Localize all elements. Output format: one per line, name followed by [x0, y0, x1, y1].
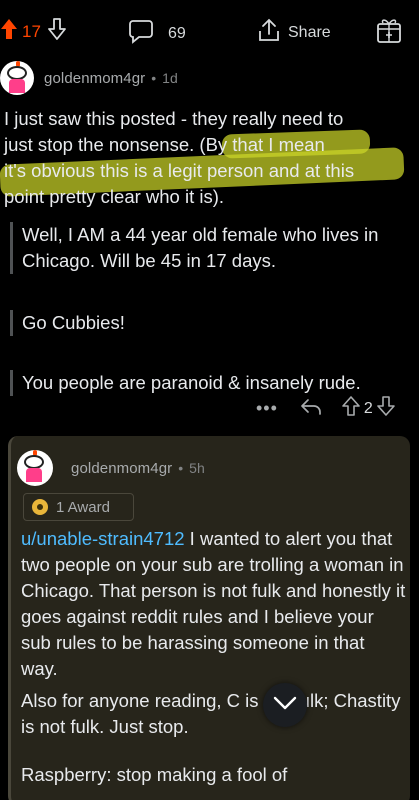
comment-score: 2	[363, 399, 373, 417]
blockquote: Well, I AM a 44 year old female who live…	[10, 222, 410, 274]
comment-line: I just saw this posted - they really nee…	[4, 108, 344, 129]
comments-button[interactable]: 69	[128, 18, 186, 49]
upvote-icon[interactable]	[0, 18, 18, 45]
reply-author[interactable]: goldenmom4gr	[71, 460, 172, 477]
user-mention-link[interactable]: u/unable-strain4712	[21, 528, 185, 549]
chevron-down-icon	[273, 696, 297, 715]
comment-line: point pretty clear who it is).	[4, 186, 225, 207]
reply-header: goldenmom4gr • 5h	[17, 450, 205, 486]
award-badge[interactable]: 1 Award	[23, 493, 134, 521]
reply-age: 5h	[189, 460, 205, 476]
separator-dot: •	[178, 460, 184, 476]
comment-line: it's obvious this is a legit person and …	[4, 160, 355, 181]
share-icon	[258, 18, 280, 47]
reply-paragraph: Raspberry: stop making a fool of	[21, 764, 288, 785]
avatar[interactable]	[17, 450, 53, 486]
share-label: Share	[288, 23, 331, 41]
reply-paragraph: Also for anyone reading, C is not fulk; …	[21, 690, 401, 737]
downvote-icon[interactable]	[47, 18, 67, 45]
award-gift-icon	[376, 16, 402, 49]
vote-group: 17	[0, 18, 67, 45]
share-button[interactable]: Share	[258, 18, 331, 47]
award-label: 1 Award	[56, 498, 110, 516]
reply-text-span: I wanted to alert you that two people on…	[21, 528, 406, 679]
chat-bubble-icon	[128, 18, 154, 49]
award-button[interactable]	[376, 16, 402, 49]
comment-line: just stop the nonsense. (By that I mean	[4, 134, 325, 155]
separator-dot: •	[151, 70, 157, 86]
downvote-icon[interactable]	[377, 396, 395, 421]
post-action-bar: 17 69 Share	[0, 0, 419, 60]
comment-header: goldenmom4gr • 1d	[0, 56, 419, 100]
nested-reply: goldenmom4gr • 5h 1 Award u/unable-strai…	[8, 436, 410, 800]
upvote-icon[interactable]	[342, 396, 360, 421]
comment-body: I just saw this posted - they really nee…	[4, 106, 416, 210]
reply-icon[interactable]	[300, 397, 322, 420]
award-icon	[32, 499, 48, 515]
more-options-button[interactable]: •••	[256, 398, 278, 419]
comment-author[interactable]: goldenmom4gr	[44, 70, 145, 87]
comment-count: 69	[168, 24, 186, 42]
comment-age: 1d	[162, 70, 178, 86]
reply-paragraph: u/unable-strain4712 I wanted to alert yo…	[21, 526, 406, 682]
blockquote: You people are paranoid & insanely rude.	[10, 370, 410, 396]
avatar[interactable]	[0, 61, 34, 95]
vote-count: 17	[22, 21, 41, 41]
comment-actions: ••• 2	[256, 396, 395, 421]
blockquote: Go Cubbies!	[10, 310, 410, 336]
scroll-down-button[interactable]	[263, 683, 307, 727]
